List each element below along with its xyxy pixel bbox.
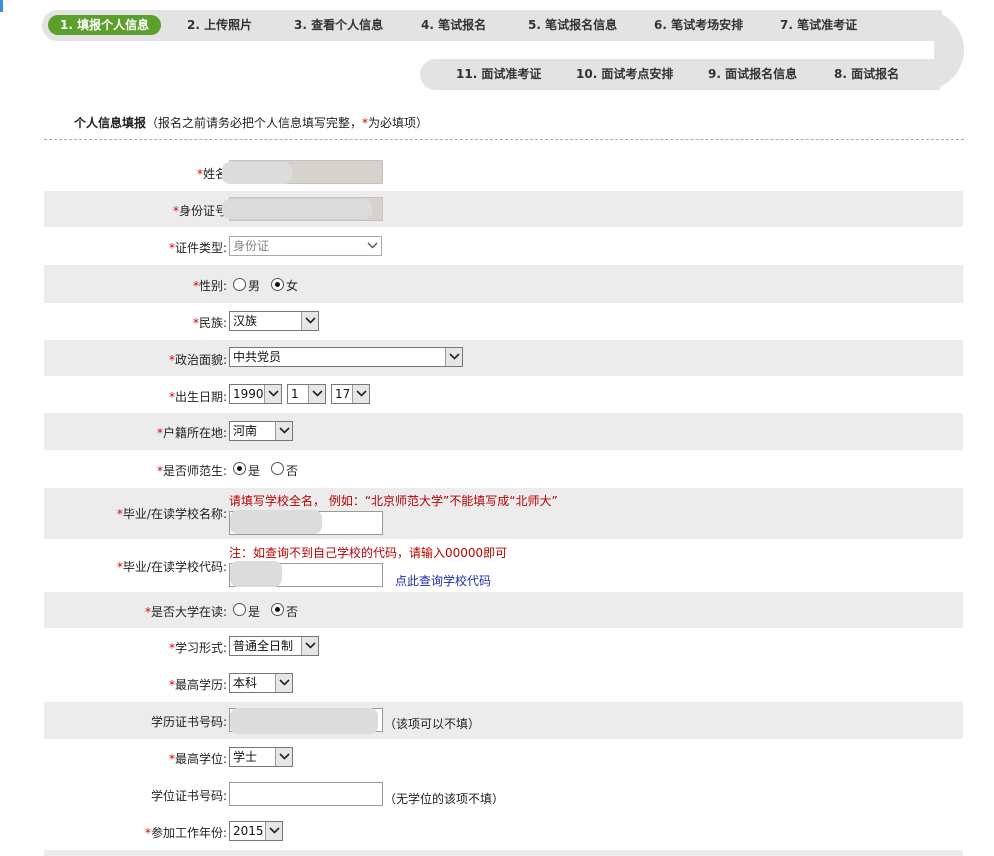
chevron-down-icon bbox=[445, 348, 462, 366]
work-year-select[interactable]: 2015 bbox=[229, 821, 283, 841]
row-education-certificate: 学历证书号码: （该项可以不填） bbox=[44, 702, 963, 739]
step-fill-personal-info[interactable]: 1. 填报个人信息 bbox=[48, 15, 162, 35]
redacted-education-certificate bbox=[230, 708, 378, 734]
section-divider bbox=[44, 139, 964, 140]
chevron-down-icon bbox=[265, 822, 282, 840]
gender-female-radio[interactable] bbox=[271, 278, 284, 291]
school-code-hint: 注：如查询不到自己学校的代码，请输入00000即可 bbox=[229, 546, 508, 560]
normal-student-no-radio[interactable] bbox=[271, 462, 284, 475]
row-school-code: *毕业/在读学校代码: 注：如查询不到自己学校的代码，请输入00000即可 点此… bbox=[116, 546, 508, 589]
row-school-name: *毕业/在读学校名称: 请填写学校全名， 例如：“北京师范大学”不能填写成“北师… bbox=[44, 488, 963, 539]
study-form-select[interactable]: 普通全日制 bbox=[229, 636, 319, 656]
chevron-down-icon bbox=[352, 385, 369, 403]
step-interview-info[interactable]: 9. 面试报名信息 bbox=[708, 65, 797, 83]
hukou-select[interactable]: 河南 bbox=[229, 421, 293, 441]
row-in-school: *是否大学在读: 是 否 bbox=[44, 592, 963, 628]
row-degree: *最高学位: 学士 bbox=[44, 739, 963, 776]
in-school-yes-radio[interactable] bbox=[233, 603, 246, 616]
political-status-select[interactable]: 中共党员 bbox=[229, 347, 463, 367]
row-name: *姓名 bbox=[44, 155, 963, 191]
chevron-down-icon bbox=[301, 312, 318, 330]
normal-student-yes-radio[interactable] bbox=[233, 462, 246, 475]
query-school-code-link[interactable]: 点此查询学校代码 bbox=[395, 572, 491, 589]
row-next-partial bbox=[44, 850, 963, 856]
in-school-no-radio[interactable] bbox=[271, 603, 284, 616]
chevron-down-icon bbox=[264, 385, 281, 403]
section-header: 个人信息填报（报名之前请务必把个人信息填写完整，*为必填项） bbox=[74, 116, 429, 130]
degree-select[interactable]: 学士 bbox=[229, 747, 293, 767]
chevron-down-icon bbox=[275, 748, 292, 766]
step-interview-signup[interactable]: 8. 面试报名 bbox=[834, 65, 899, 83]
step-upload-photo[interactable]: 2. 上传照片 bbox=[187, 16, 252, 34]
row-degree-certificate: 学位证书号码: （无学位的该项不填） bbox=[44, 776, 963, 813]
step-written-exam-room[interactable]: 6. 笔试考场安排 bbox=[654, 16, 743, 34]
ethnicity-select[interactable]: 汉族 bbox=[229, 311, 319, 331]
chevron-down-icon bbox=[364, 237, 381, 255]
birth-year-select[interactable]: 1990 bbox=[229, 384, 282, 404]
row-work-year: *参加工作年份: 2015 bbox=[44, 813, 963, 850]
chevron-down-icon bbox=[275, 674, 292, 692]
id-type-select[interactable]: 身份证 bbox=[229, 236, 382, 256]
step-written-exam-info[interactable]: 5. 笔试报名信息 bbox=[528, 16, 617, 34]
redacted-name bbox=[222, 162, 292, 184]
row-political-status: *政治面貌: 中共党员 bbox=[44, 340, 963, 376]
row-birth-date: *出生日期: 1990 1 17 bbox=[44, 376, 963, 413]
row-ethnicity: *民族: 汉族 bbox=[44, 303, 963, 340]
degree-certificate-input[interactable] bbox=[229, 782, 383, 806]
step-interview-location[interactable]: 10. 面试考点安排 bbox=[576, 65, 673, 83]
education-select[interactable]: 本科 bbox=[229, 673, 293, 693]
birth-day-select[interactable]: 17 bbox=[331, 384, 370, 404]
row-normal-student: *是否师范生: 是 否 bbox=[156, 462, 299, 478]
step-interview-ticket[interactable]: 11. 面试准考证 bbox=[456, 65, 541, 83]
step-view-personal-info[interactable]: 3. 查看个人信息 bbox=[294, 16, 383, 34]
row-study-form: *学习形式: 普通全日制 bbox=[44, 628, 963, 665]
row-hukou: *户籍所在地: 河南 bbox=[44, 413, 963, 450]
school-name-hint: 请填写学校全名， 例如：“北京师范大学”不能填写成“北师大” bbox=[229, 494, 558, 508]
chevron-down-icon bbox=[301, 637, 318, 655]
step-written-exam-signup[interactable]: 4. 笔试报名 bbox=[421, 16, 486, 34]
birth-month-select[interactable]: 1 bbox=[287, 384, 326, 404]
redacted-school-code bbox=[230, 561, 282, 587]
row-id-number: *身份证号 bbox=[44, 191, 963, 227]
section-title: 个人信息填报 bbox=[74, 116, 147, 130]
step-written-exam-ticket[interactable]: 7. 笔试准考证 bbox=[780, 16, 857, 34]
step-navigation: 1. 填报个人信息 2. 上传照片 3. 查看个人信息 4. 笔试报名 5. 笔… bbox=[42, 10, 964, 90]
chevron-down-icon bbox=[275, 422, 292, 440]
row-id-type: *证件类型: 身份证 bbox=[44, 227, 963, 265]
redacted-school-name bbox=[230, 510, 322, 534]
left-edge-accent bbox=[0, 0, 3, 12]
chevron-down-icon bbox=[308, 385, 325, 403]
redacted-id-number bbox=[222, 199, 372, 219]
gender-male-radio[interactable] bbox=[233, 278, 246, 291]
row-gender: *性别: 男 女 bbox=[44, 265, 963, 303]
row-education: *最高学历: 本科 bbox=[44, 665, 963, 702]
